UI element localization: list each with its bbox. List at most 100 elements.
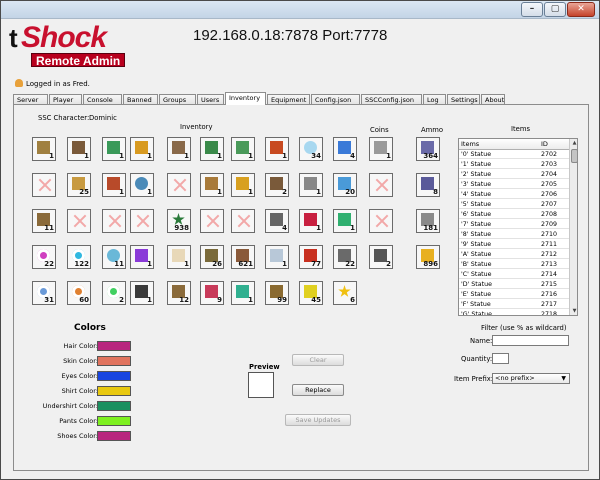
- inventory-slot[interactable]: [67, 209, 91, 233]
- scroll-up-icon[interactable]: ▲: [571, 139, 577, 147]
- inventory-slot[interactable]: 938: [167, 209, 191, 233]
- table-row[interactable]: '0' Statue 2702: [459, 150, 569, 159]
- inventory-slot[interactable]: 621: [231, 245, 255, 269]
- table-row[interactable]: '2' Statue 2704: [459, 170, 569, 179]
- minimize-icon[interactable]: –: [521, 2, 543, 17]
- inventory-slot[interactable]: 11: [32, 209, 56, 233]
- inventory-slot[interactable]: 99: [265, 281, 289, 305]
- table-row[interactable]: '7' Statue 2709: [459, 220, 569, 229]
- inventory-slot[interactable]: [231, 209, 255, 233]
- inventory-slot[interactable]: 1: [231, 173, 255, 197]
- inventory-slot[interactable]: 1: [299, 209, 323, 233]
- table-row[interactable]: 'F' Statue 2717: [459, 300, 569, 309]
- inventory-slot[interactable]: [32, 173, 56, 197]
- inventory-slot[interactable]: 1: [130, 173, 154, 197]
- color-swatch[interactable]: [97, 416, 131, 426]
- inventory-slot[interactable]: 12: [167, 281, 191, 305]
- inventory-slot[interactable]: 1: [130, 137, 154, 161]
- inventory-slot[interactable]: 1: [67, 137, 91, 161]
- inventory-slot[interactable]: 2: [265, 173, 289, 197]
- inventory-slot[interactable]: 6: [333, 281, 357, 305]
- coin-slot[interactable]: 2: [369, 245, 393, 269]
- inventory-slot[interactable]: [167, 173, 191, 197]
- slot-count: 1: [386, 152, 391, 160]
- inventory-slot[interactable]: 26: [200, 245, 224, 269]
- ammo-slot[interactable]: 8: [416, 173, 440, 197]
- inventory-slot[interactable]: 9: [200, 281, 224, 305]
- table-row[interactable]: 'B' Statue 2713: [459, 260, 569, 269]
- scroll-down-icon[interactable]: ▼: [571, 307, 577, 315]
- inventory-slot[interactable]: 1: [167, 137, 191, 161]
- inventory-slot[interactable]: 1: [333, 209, 357, 233]
- inventory-slot[interactable]: 45: [299, 281, 323, 305]
- items-scrollbar[interactable]: ▲ ▼: [569, 139, 577, 315]
- scroll-thumb[interactable]: [571, 149, 577, 163]
- clear-button[interactable]: Clear: [292, 354, 344, 366]
- inventory-slot[interactable]: 1: [200, 137, 224, 161]
- inventory-slot[interactable]: [200, 209, 224, 233]
- inventory-slot[interactable]: 25: [67, 173, 91, 197]
- coin-slot[interactable]: [369, 173, 393, 197]
- name-filter-input[interactable]: [492, 335, 569, 346]
- table-row[interactable]: '3' Statue 2705: [459, 180, 569, 189]
- inventory-slot[interactable]: 34: [299, 137, 323, 161]
- inventory-slot[interactable]: 1: [32, 137, 56, 161]
- color-swatch[interactable]: [97, 386, 131, 396]
- tab-inventory[interactable]: Inventory: [225, 92, 266, 105]
- inventory-slot[interactable]: 122: [67, 245, 91, 269]
- inventory-slot[interactable]: 1: [102, 137, 126, 161]
- table-row[interactable]: '6' Statue 2708: [459, 210, 569, 219]
- table-row[interactable]: '8' Statue 2710: [459, 230, 569, 239]
- table-row[interactable]: '1' Statue 2703: [459, 160, 569, 169]
- inventory-slot[interactable]: 1: [130, 281, 154, 305]
- inventory-slot[interactable]: 22: [32, 245, 56, 269]
- table-row[interactable]: '4' Statue 2706: [459, 190, 569, 199]
- inventory-slot[interactable]: 31: [32, 281, 56, 305]
- maximize-icon[interactable]: ▢: [544, 2, 566, 17]
- close-icon[interactable]: ✕: [567, 2, 595, 17]
- save-updates-button[interactable]: Save Updates: [285, 414, 351, 426]
- inventory-slot[interactable]: 1: [130, 245, 154, 269]
- inventory-slot[interactable]: [102, 209, 126, 233]
- inventory-slot[interactable]: [130, 209, 154, 233]
- inventory-slot[interactable]: 11: [102, 245, 126, 269]
- ammo-slot[interactable]: 364: [416, 137, 440, 161]
- coin-slot[interactable]: 1: [369, 137, 393, 161]
- inventory-slot[interactable]: 1: [231, 281, 255, 305]
- inventory-slot[interactable]: 77: [299, 245, 323, 269]
- color-swatch[interactable]: [97, 356, 131, 366]
- id-column-header[interactable]: ID: [541, 140, 548, 148]
- quantity-input[interactable]: [492, 353, 509, 364]
- color-swatch[interactable]: [97, 401, 131, 411]
- inventory-slot[interactable]: 1: [265, 245, 289, 269]
- table-row[interactable]: 'G' Statue 2718: [459, 310, 569, 315]
- coin-slot[interactable]: [369, 209, 393, 233]
- inventory-slot[interactable]: 1: [299, 173, 323, 197]
- color-swatch[interactable]: [97, 341, 131, 351]
- inventory-slot[interactable]: 1: [102, 173, 126, 197]
- color-swatch[interactable]: [97, 371, 131, 381]
- inventory-slot[interactable]: 4: [333, 137, 357, 161]
- table-row[interactable]: 'A' Statue 2712: [459, 250, 569, 259]
- ammo-slot[interactable]: 181: [416, 209, 440, 233]
- inventory-slot[interactable]: 1: [200, 173, 224, 197]
- items-table: Items ID '0' Statue 2702 '1' Statue 2703 '2'…: [458, 138, 578, 316]
- table-row[interactable]: 'D' Statue 2715: [459, 280, 569, 289]
- inventory-slot[interactable]: 2: [102, 281, 126, 305]
- inventory-slot[interactable]: 4: [265, 209, 289, 233]
- table-row[interactable]: '9' Statue 2711: [459, 240, 569, 249]
- replace-button[interactable]: Replace: [292, 384, 344, 396]
- inventory-slot[interactable]: 22: [333, 245, 357, 269]
- inventory-slot[interactable]: 1: [231, 137, 255, 161]
- inventory-slot[interactable]: 60: [67, 281, 91, 305]
- table-row[interactable]: '5' Statue 2707: [459, 200, 569, 209]
- color-swatch[interactable]: [97, 431, 131, 441]
- items-column-header[interactable]: Items: [461, 140, 479, 148]
- inventory-slot[interactable]: 1: [167, 245, 191, 269]
- ammo-slot[interactable]: 896: [416, 245, 440, 269]
- inventory-slot[interactable]: 1: [265, 137, 289, 161]
- item-prefix-select[interactable]: <no prefix> ▼: [492, 373, 570, 384]
- inventory-slot[interactable]: 20: [333, 173, 357, 197]
- table-row[interactable]: 'E' Statue 2716: [459, 290, 569, 299]
- table-row[interactable]: 'C' Statue 2714: [459, 270, 569, 279]
